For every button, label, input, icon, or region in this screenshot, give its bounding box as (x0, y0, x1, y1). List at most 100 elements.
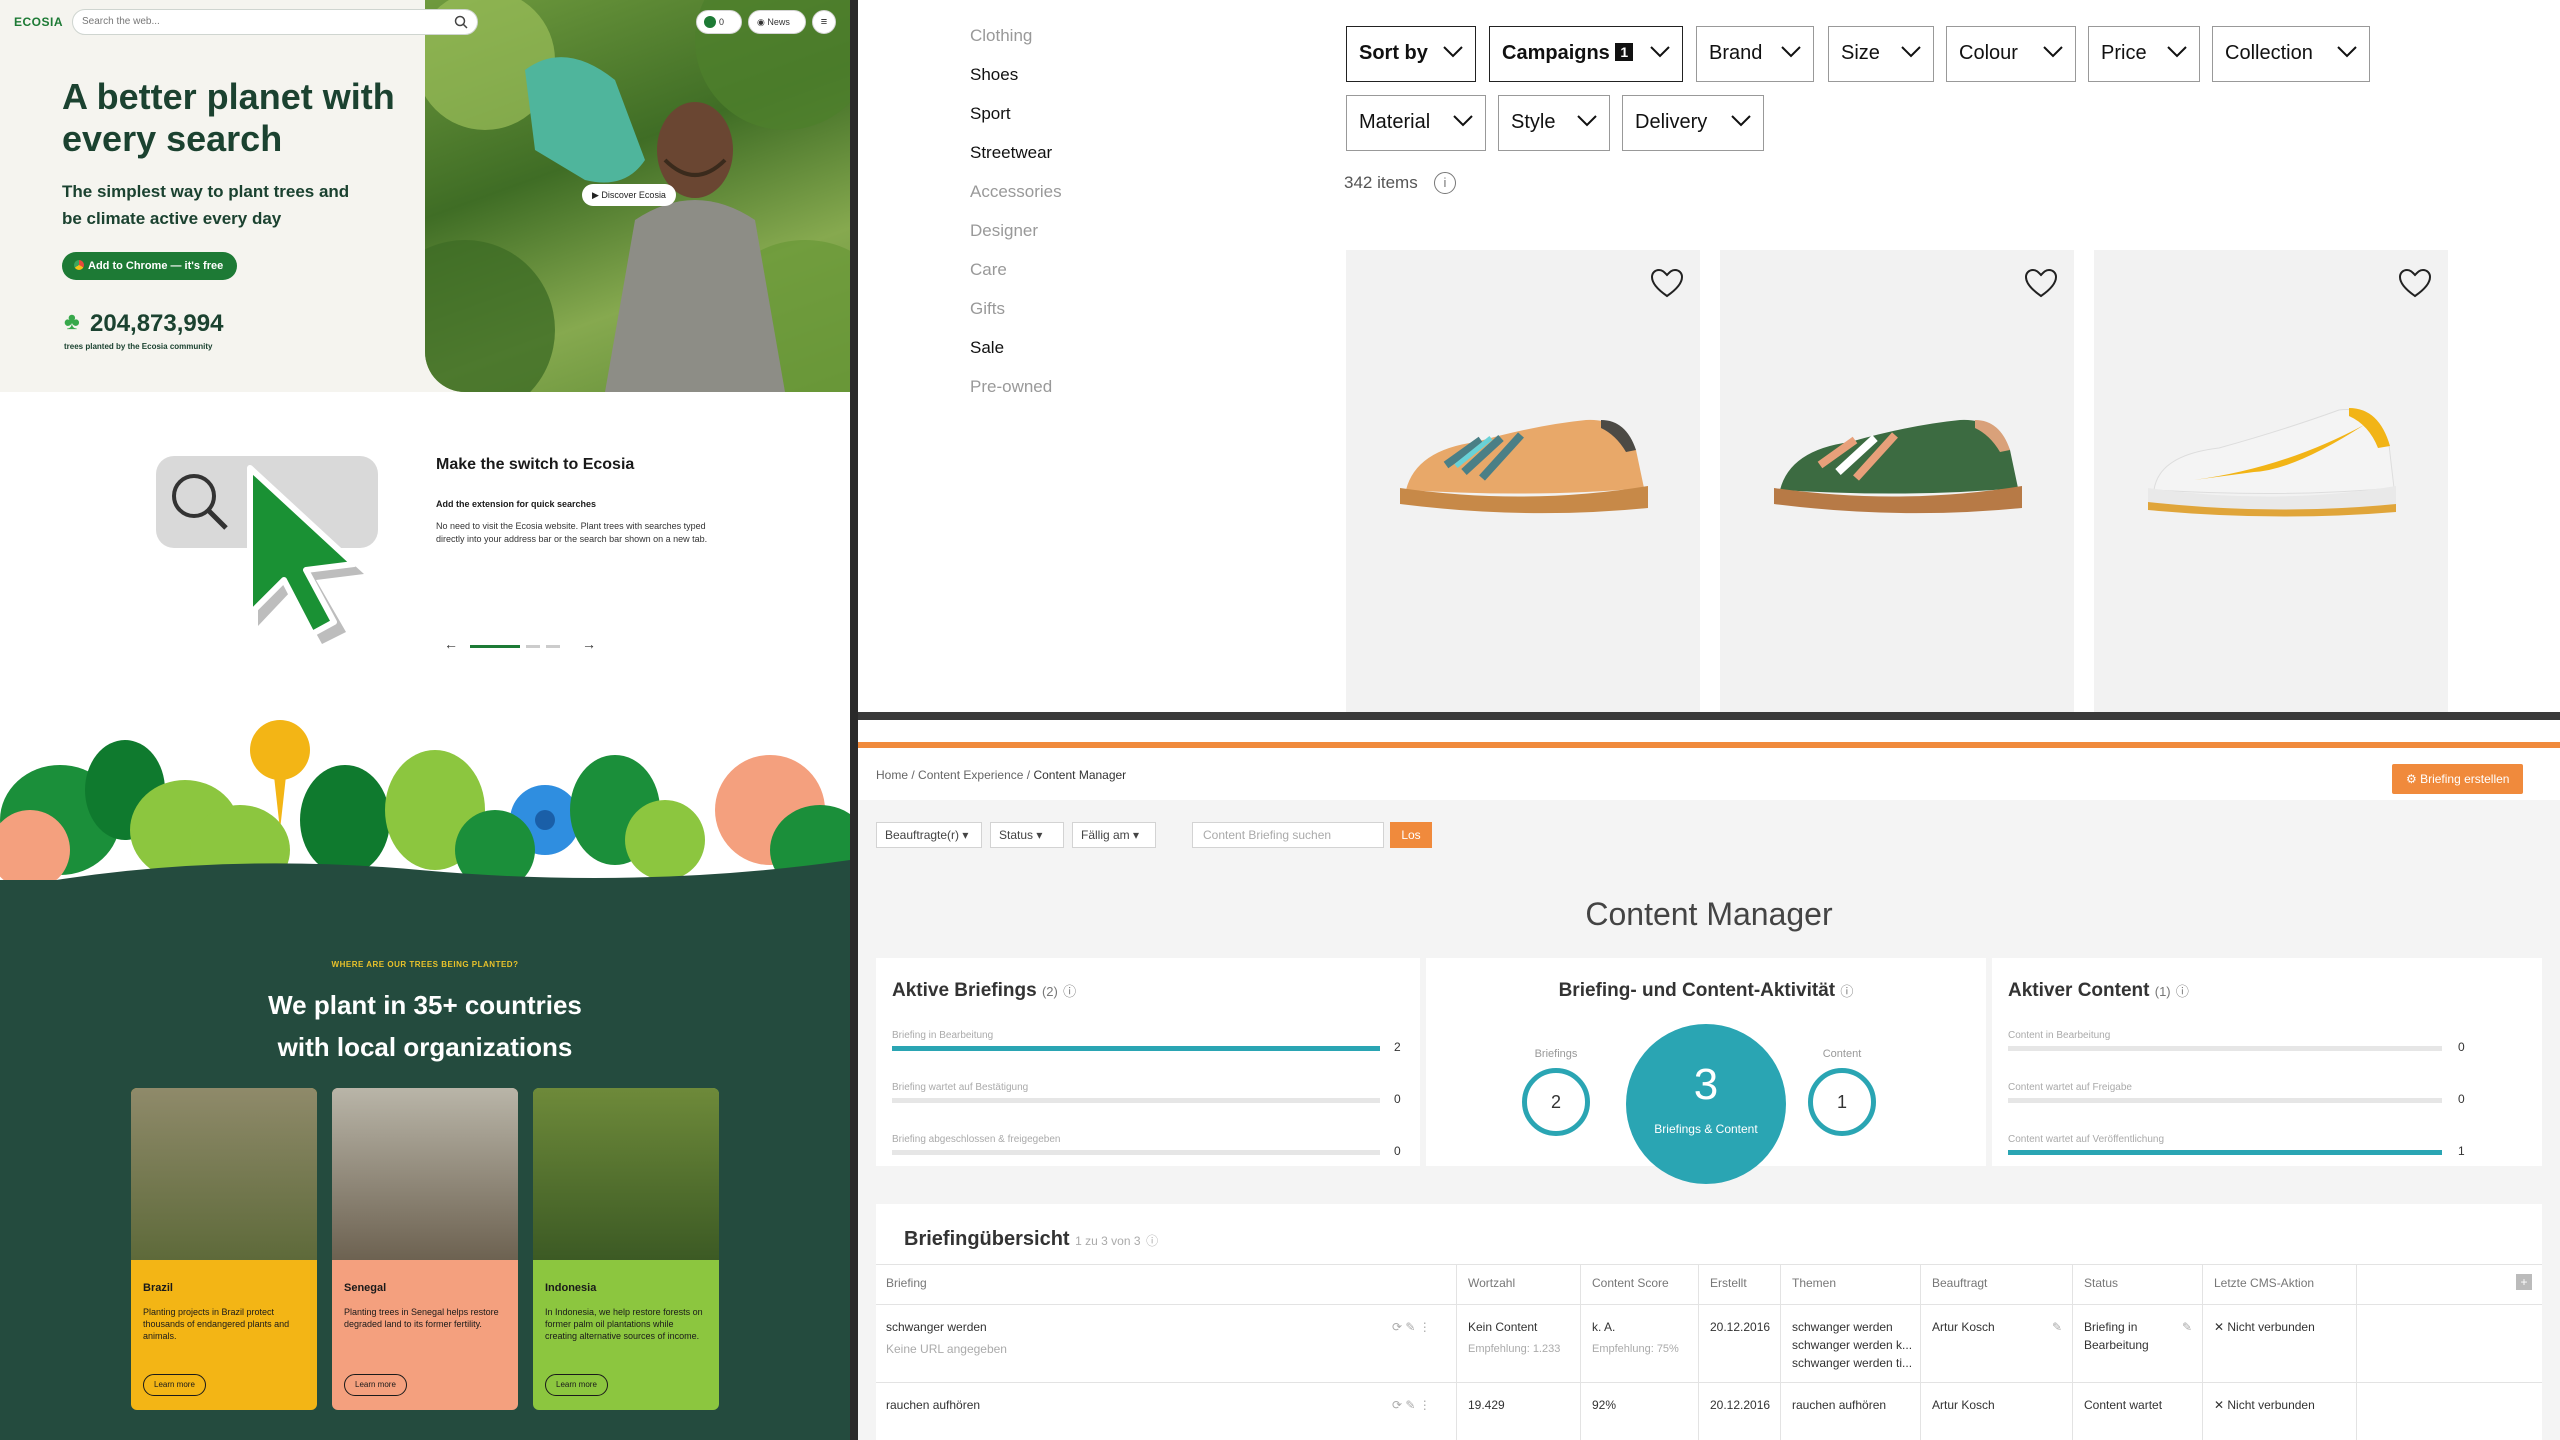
panel-count: (2) (1041, 984, 1058, 999)
colour-dropdown[interactable]: Colour (1946, 26, 2076, 82)
column-header-status[interactable]: Status (2084, 1276, 2118, 1290)
menu-button[interactable]: ≡ (812, 10, 836, 34)
country-card-indonesia[interactable]: Indonesia In Indonesia, we help restore … (533, 1088, 719, 1410)
size-dropdown[interactable]: Size (1828, 26, 1934, 82)
column-header-beauftragt[interactable]: Beauftragt (1932, 1276, 1987, 1290)
product-card[interactable] (1720, 250, 2074, 712)
assignee-filter[interactable]: Beauftragte(r) ▾ (876, 822, 982, 848)
divider (1580, 1264, 1581, 1440)
material-dropdown[interactable]: Material (1346, 95, 1486, 151)
breadcrumb-home[interactable]: Home (876, 768, 908, 782)
search-placeholder: Search the web... (82, 16, 160, 27)
column-header-themen[interactable]: Themen (1792, 1276, 1836, 1290)
product-card[interactable] (2094, 250, 2448, 712)
tree-count-label: trees planted by the Ecosia community (64, 342, 213, 351)
create-briefing-button[interactable]: ⚙ Briefing erstellen (2392, 764, 2524, 794)
heart-icon[interactable] (1650, 268, 1684, 300)
learn-more-button[interactable]: Learn more (344, 1374, 407, 1396)
category-care[interactable]: Care (970, 260, 1007, 280)
table-row-briefing-name[interactable]: rauchen aufhören (886, 1396, 980, 1414)
switch-body: No need to visit the Ecosia website. Pla… (436, 521, 708, 544)
category-sport[interactable]: Sport (970, 104, 1011, 124)
country-card-brazil[interactable]: Brazil Planting projects in Brazil prote… (131, 1088, 317, 1410)
tree-counter-badge[interactable]: 0 (696, 10, 742, 34)
help-icon[interactable]: ⓘ (1063, 984, 1076, 999)
search-button[interactable]: Los (1390, 822, 1432, 848)
table-row-assignee: Artur Kosch (1932, 1320, 1995, 1334)
content-label: Content (1822, 1048, 1862, 1060)
shop-page: Clothing Shoes Sport Streetwear Accessor… (858, 0, 2560, 712)
column-header-erstellt[interactable]: Erstellt (1710, 1276, 1747, 1290)
sneaker-orange-image (1400, 419, 1648, 514)
total-circle: 3 Briefings & Content (1626, 1024, 1786, 1184)
add-to-chrome-button[interactable]: Add to Chrome — it's free (62, 252, 238, 280)
style-dropdown[interactable]: Style (1498, 95, 1610, 151)
category-sale[interactable]: Sale (970, 338, 1004, 358)
column-header-content-score[interactable]: Content Score (1592, 1276, 1669, 1290)
carousel-indicator[interactable] (470, 645, 570, 649)
category-streetwear[interactable]: Streetwear (970, 143, 1052, 163)
category-accessories[interactable]: Accessories (970, 182, 1062, 202)
bar-label: Briefing wartet auf Bestätigung (892, 1082, 1029, 1093)
heart-icon[interactable] (2024, 268, 2058, 300)
row-actions-icons[interactable]: ⟳ ✎ ⋮ (1392, 1318, 1431, 1336)
caret-down-icon: ▾ (1133, 828, 1140, 842)
learn-more-button[interactable]: Learn more (143, 1374, 206, 1396)
table-row-created: 20.12.2016 (1710, 1398, 1771, 1412)
price-dropdown[interactable]: Price (2088, 26, 2200, 82)
learn-more-button[interactable]: Learn more (545, 1374, 608, 1396)
search-icon[interactable] (453, 14, 469, 30)
campaigns-dropdown[interactable]: Campaigns 1 (1489, 26, 1683, 82)
edit-icon[interactable]: ✎ (2182, 1318, 2192, 1336)
breadcrumb-content-experience[interactable]: Content Experience (918, 768, 1023, 782)
bar-track (892, 1046, 1380, 1051)
category-pre-owned[interactable]: Pre-owned (970, 377, 1052, 397)
due-date-filter[interactable]: Fällig am ▾ (1072, 822, 1156, 848)
briefing-search-input[interactable]: Content Briefing suchen (1192, 822, 1384, 848)
chevron-down-icon (1453, 115, 1473, 127)
help-icon[interactable]: ⓘ (2176, 984, 2189, 999)
column-header-last-cms-action[interactable]: Letzte CMS-Aktion (2214, 1276, 2314, 1290)
add-column-icon[interactable]: + (2516, 1274, 2532, 1290)
edit-icon[interactable]: ✎ (2052, 1318, 2062, 1336)
brand-dropdown[interactable]: Brand (1696, 26, 1814, 82)
collection-dropdown[interactable]: Collection (2212, 26, 2370, 82)
column-header-briefing[interactable]: Briefing (886, 1276, 927, 1290)
category-gifts[interactable]: Gifts (970, 299, 1005, 319)
carousel-prev-arrow-icon[interactable]: ← (444, 636, 458, 652)
table-row-topic: schwanger werden (1792, 1320, 1893, 1334)
country-card-senegal[interactable]: Senegal Planting trees in Senegal helps … (332, 1088, 518, 1410)
carousel-next-arrow-icon[interactable]: → (582, 636, 596, 652)
help-icon[interactable]: ⓘ (1840, 984, 1853, 999)
status-filter[interactable]: Status ▾ (990, 822, 1064, 848)
assignee-label: Beauftragte(r) (885, 828, 960, 842)
sort-label: Sort by (1359, 42, 1428, 64)
discover-ecosia-button[interactable]: ▶ Discover Ecosia (582, 184, 676, 206)
collection-label: Collection (2225, 42, 2313, 64)
info-icon[interactable]: i (1434, 172, 1456, 194)
tree-icon (704, 16, 716, 28)
bar-value: 0 (1394, 1092, 1401, 1106)
bar-label: Content wartet auf Freigabe (2008, 1082, 2132, 1093)
table-row-topic: schwanger werden ti... (1792, 1356, 1913, 1370)
product-card[interactable] (1346, 250, 1700, 712)
chevron-down-icon (1577, 115, 1597, 127)
row-actions-icons[interactable]: ⟳ ✎ ⋮ (1392, 1396, 1431, 1414)
card-text: In Indonesia, we help restore forests on… (545, 1307, 703, 1341)
table-row-briefing-name[interactable]: schwanger werden (886, 1318, 987, 1336)
help-icon[interactable]: ⓘ (1146, 1234, 1158, 1248)
hero-headline: A better planet with every search (62, 76, 395, 159)
cms-action-text: Nicht verbunden (2227, 1398, 2315, 1412)
category-shoes[interactable]: Shoes (970, 65, 1018, 85)
category-clothing[interactable]: Clothing (970, 26, 1032, 46)
ecosia-logo[interactable]: ECOSIA (14, 15, 63, 29)
column-header-wortzahl[interactable]: Wortzahl (1468, 1276, 1515, 1290)
category-designer[interactable]: Designer (970, 221, 1038, 241)
sort-by-dropdown[interactable]: Sort by (1346, 26, 1476, 82)
bar-value: 1 (2458, 1144, 2465, 1158)
bar-track (2008, 1150, 2442, 1155)
heart-icon[interactable] (2398, 268, 2432, 300)
news-button[interactable]: ◉ News (748, 10, 806, 34)
status-label: Status (999, 828, 1034, 842)
delivery-dropdown[interactable]: Delivery (1622, 95, 1764, 151)
